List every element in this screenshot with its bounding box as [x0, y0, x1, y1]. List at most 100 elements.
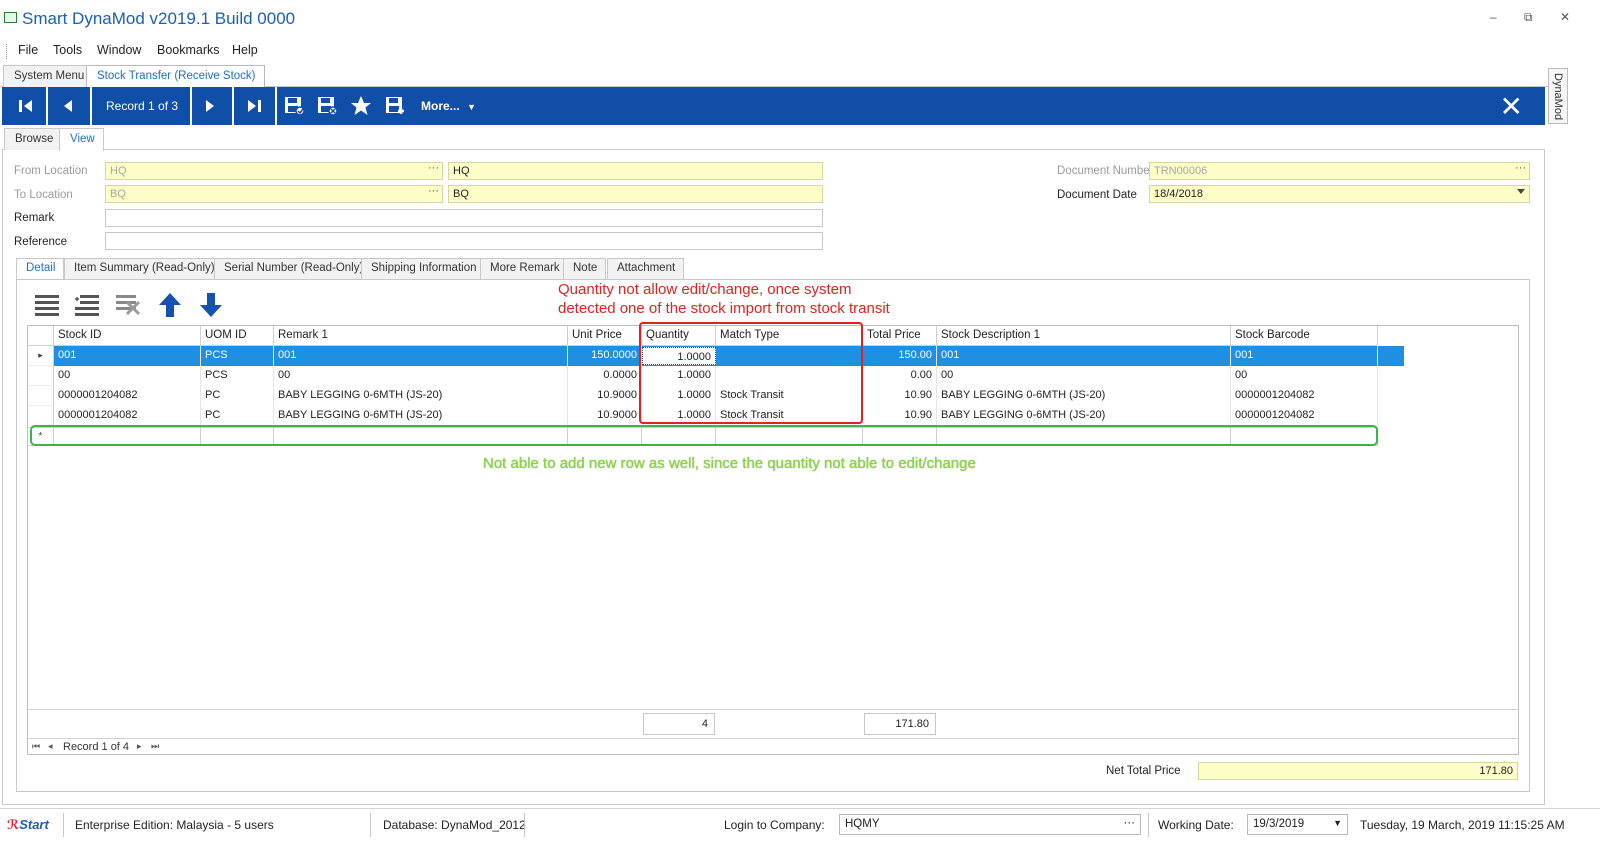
document-date-field[interactable]: 18/4/2018	[1149, 185, 1530, 203]
move-up-button[interactable]	[158, 292, 182, 321]
cell-total-price[interactable]: 0.00	[863, 366, 937, 386]
grid-header-stock-description[interactable]: Stock Description 1	[937, 326, 1231, 346]
ellipsis-icon[interactable]: ···	[428, 185, 439, 197]
menu-bookmarks[interactable]: Bookmarks	[157, 43, 220, 57]
next-record-button[interactable]	[194, 87, 226, 125]
save-new-button[interactable]	[380, 87, 410, 125]
cell-uom-id[interactable]: PCS	[201, 346, 274, 366]
nav-last-icon[interactable]: ⏭	[151, 741, 159, 752]
grid-header-total-price[interactable]: Total Price	[863, 326, 937, 346]
menu-window[interactable]: Window	[97, 43, 141, 57]
cell-stock-id[interactable]: 0000001204082	[54, 406, 201, 426]
tab-view[interactable]: View	[59, 128, 104, 151]
first-record-button[interactable]	[10, 87, 42, 125]
save-icon	[285, 97, 305, 116]
cell-stock-id[interactable]: 001	[54, 346, 201, 366]
ellipsis-icon[interactable]: ···	[428, 162, 439, 174]
cell-total-price[interactable]: 150.00	[863, 346, 937, 366]
chevron-down-icon[interactable]: ▼	[1333, 818, 1342, 828]
document-tabs: System Menu Stock Transfer (Receive Stoc…	[0, 65, 1560, 88]
cell-unit-price[interactable]: 10.9000	[568, 406, 642, 426]
cell-stock-description[interactable]: 00	[937, 366, 1231, 386]
tab-stock-transfer[interactable]: Stock Transfer (Receive Stock)	[86, 65, 265, 88]
ellipsis-icon[interactable]: ···	[1515, 162, 1526, 174]
reference-input[interactable]	[105, 232, 823, 250]
cell-remark1[interactable]: BABY LEGGING 0-6MTH (JS-20)	[274, 386, 568, 406]
delete-row-button[interactable]	[115, 292, 143, 321]
document-number-field[interactable]: TRN00006 ···	[1149, 162, 1530, 180]
status-separator	[370, 813, 371, 837]
prev-record-button[interactable]	[52, 87, 84, 125]
ellipsis-icon[interactable]: ···	[1124, 817, 1136, 829]
next-record-icon	[206, 100, 214, 112]
list-delete-icon	[116, 295, 141, 316]
from-location-code-field[interactable]: HQ ···	[105, 162, 443, 180]
move-down-button[interactable]	[199, 292, 223, 321]
grid-header-stock-id[interactable]: Stock ID	[54, 326, 201, 346]
tab-attachment[interactable]: Attachment	[607, 258, 685, 279]
grid-header-unit-price[interactable]: Unit Price	[568, 326, 642, 346]
cell-uom-id[interactable]: PCS	[201, 366, 274, 386]
cell-remark1[interactable]: 001	[274, 346, 568, 366]
cell-stock-id[interactable]: 00	[54, 366, 201, 386]
tab-note[interactable]: Note	[563, 258, 607, 279]
tab-more-remark[interactable]: More Remark	[480, 258, 569, 279]
working-date-label: Working Date:	[1158, 818, 1234, 832]
grid-header-stock-barcode[interactable]: Stock Barcode	[1231, 326, 1378, 346]
row-indicator[interactable]	[28, 366, 54, 386]
tab-shipping-information[interactable]: Shipping Information	[361, 258, 486, 279]
save-close-button[interactable]	[312, 87, 342, 125]
close-document-button[interactable]: ✕	[1500, 90, 1523, 123]
nav-next-icon[interactable]: ▸	[137, 741, 142, 752]
menu-tools[interactable]: Tools	[53, 43, 82, 57]
grid-header-remark1[interactable]: Remark 1	[274, 326, 568, 346]
save-button[interactable]	[279, 87, 309, 125]
to-location-code-field[interactable]: BQ ···	[105, 185, 443, 203]
more-menu-button[interactable]: More... ▼	[421, 99, 476, 113]
cell-stock-barcode[interactable]: 001	[1231, 346, 1378, 366]
cell-unit-price[interactable]: 0.0000	[568, 366, 642, 386]
bookmark-button[interactable]	[346, 87, 376, 125]
cell-stock-barcode[interactable]: 00	[1231, 366, 1378, 386]
tab-item-summary[interactable]: Item Summary (Read-Only)	[64, 258, 224, 279]
cell-total-price[interactable]: 10.90	[863, 406, 937, 426]
start-button[interactable]: ℛStart	[7, 817, 49, 833]
list-add-icon	[75, 295, 99, 316]
nav-first-icon[interactable]: ⏮	[32, 741, 40, 752]
login-company-field[interactable]: HQMY ···	[839, 814, 1141, 835]
cell-stock-description[interactable]: 001	[937, 346, 1231, 366]
menu-file[interactable]: File	[18, 43, 38, 57]
insert-row-button[interactable]	[34, 292, 60, 321]
grid-header-uom-id[interactable]: UOM ID	[201, 326, 274, 346]
working-date-field[interactable]: 19/3/2019 ▼	[1247, 814, 1348, 835]
annotation-green-box	[30, 425, 1378, 446]
last-record-button[interactable]	[238, 87, 270, 125]
remark-input[interactable]	[105, 209, 823, 227]
add-row-button[interactable]	[74, 292, 100, 321]
cell-uom-id[interactable]: PC	[201, 386, 274, 406]
cell-remark1[interactable]: BABY LEGGING 0-6MTH (JS-20)	[274, 406, 568, 426]
cell-uom-id[interactable]: PC	[201, 406, 274, 426]
row-indicator[interactable]: ▸	[28, 346, 54, 366]
tab-detail[interactable]: Detail	[16, 258, 65, 280]
prev-record-icon	[64, 100, 72, 112]
nav-prev-icon[interactable]: ◂	[48, 741, 53, 752]
cell-stock-barcode[interactable]: 0000001204082	[1231, 406, 1378, 426]
tab-browse[interactable]: Browse	[4, 128, 63, 150]
menu-help[interactable]: Help	[232, 43, 258, 57]
window-controls[interactable]: – ⧉ ✕	[1490, 10, 1582, 25]
side-tab-dynamod[interactable]: DynaMod	[1548, 68, 1568, 124]
dropdown-arrow-icon[interactable]	[1517, 189, 1525, 194]
cell-unit-price[interactable]: 10.9000	[568, 386, 642, 406]
cell-stock-description[interactable]: BABY LEGGING 0-6MTH (JS-20)	[937, 406, 1231, 426]
cell-remark1[interactable]: 00	[274, 366, 568, 386]
tab-system-menu[interactable]: System Menu	[3, 65, 94, 87]
cell-unit-price[interactable]: 150.0000	[568, 346, 642, 366]
row-indicator[interactable]	[28, 406, 54, 426]
cell-stock-id[interactable]: 0000001204082	[54, 386, 201, 406]
tab-serial-number[interactable]: Serial Number (Read-Only)	[214, 258, 373, 279]
cell-stock-description[interactable]: BABY LEGGING 0-6MTH (JS-20)	[937, 386, 1231, 406]
cell-total-price[interactable]: 10.90	[863, 386, 937, 406]
cell-stock-barcode[interactable]: 0000001204082	[1231, 386, 1378, 406]
row-indicator[interactable]	[28, 386, 54, 406]
